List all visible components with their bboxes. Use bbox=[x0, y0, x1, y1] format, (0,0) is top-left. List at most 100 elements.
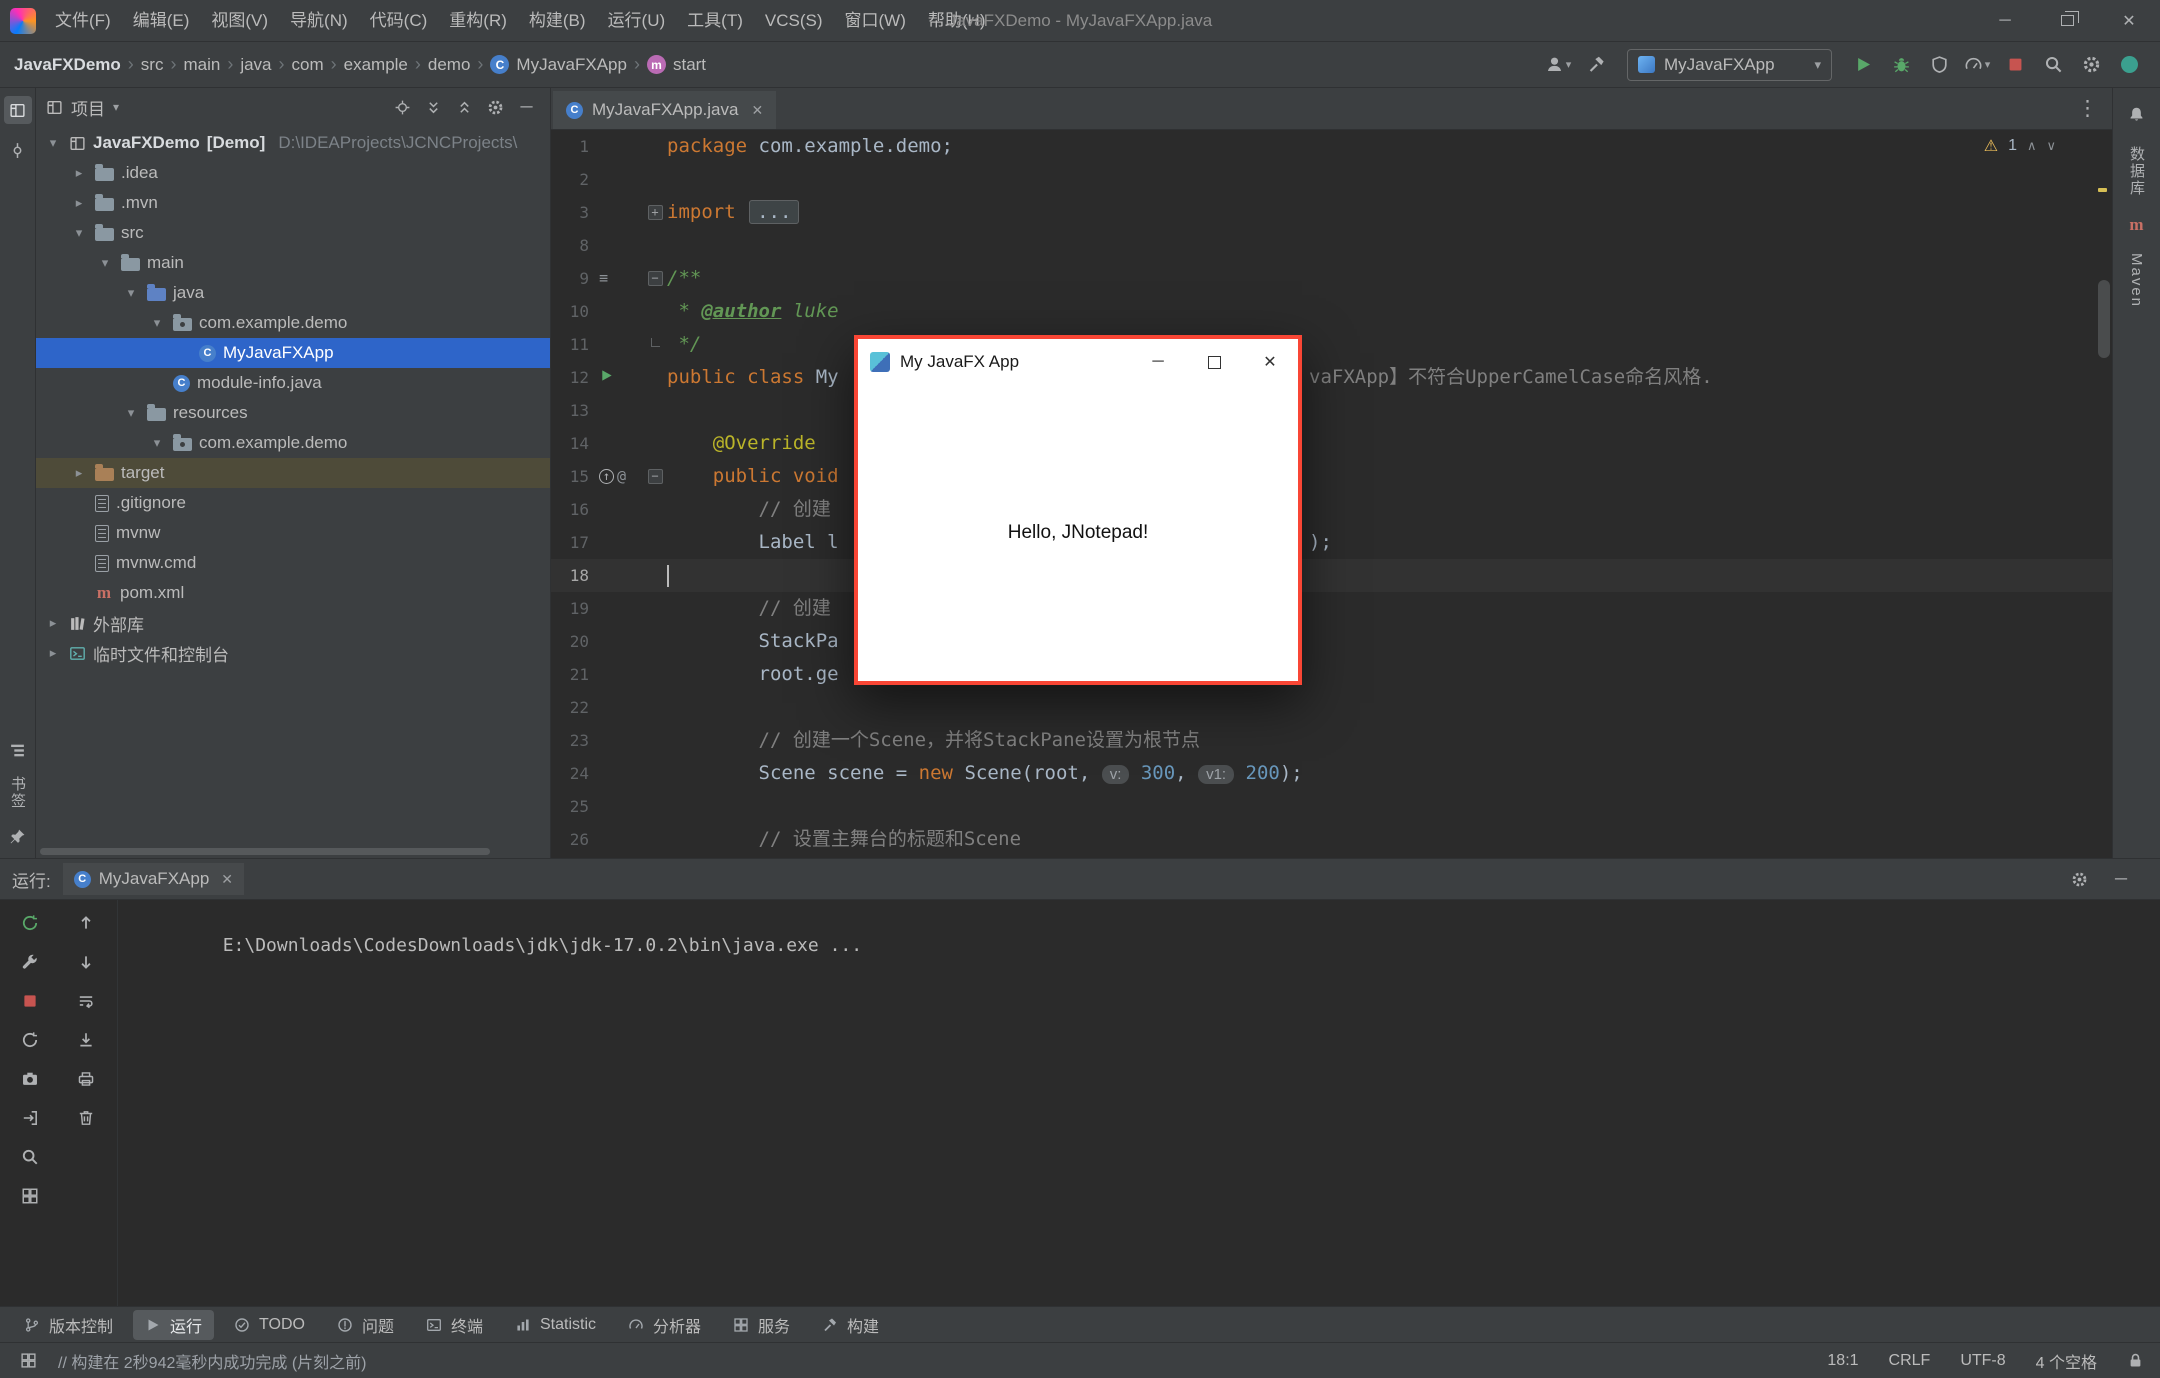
run-button[interactable] bbox=[1846, 48, 1880, 82]
tree-item-resources[interactable]: ▾resources bbox=[36, 398, 550, 428]
expand-arrow-icon[interactable]: ▸ bbox=[70, 465, 88, 481]
collapse-arrow-icon[interactable]: ▾ bbox=[148, 435, 166, 451]
menu-item-7[interactable]: 构建(B) bbox=[518, 11, 597, 30]
code-line[interactable]: 2 bbox=[551, 163, 2112, 196]
menu-item-11[interactable]: 窗口(W) bbox=[834, 11, 917, 30]
run-config-select[interactable]: MyJavaFXApp▾ bbox=[1627, 49, 1832, 81]
tool-window-button-todo[interactable]: TODO bbox=[222, 1313, 317, 1337]
code-line[interactable]: 17 Label l); bbox=[551, 526, 2112, 559]
collapse-arrow-icon[interactable]: ▾ bbox=[44, 135, 62, 151]
tree-item-package-resources[interactable]: ▾com.example.demo bbox=[36, 428, 550, 458]
prev-occurrence-button[interactable] bbox=[73, 910, 99, 936]
caret-position[interactable]: 18:1 bbox=[1827, 1352, 1858, 1370]
tool-window-switcher-icon[interactable] bbox=[16, 1349, 40, 1373]
tree-item-mvn[interactable]: ▸.mvn bbox=[36, 188, 550, 218]
collapse-arrow-icon[interactable]: ▾ bbox=[148, 315, 166, 331]
dialog-maximize-button[interactable] bbox=[1186, 339, 1242, 385]
tree-item-external-libraries[interactable]: ▸外部库 bbox=[36, 608, 550, 638]
project-horizontal-scrollbar[interactable] bbox=[40, 848, 490, 855]
attach-debugger-button[interactable] bbox=[17, 1105, 43, 1131]
tool-window-button-build[interactable]: 构建 bbox=[810, 1310, 891, 1340]
render-doc-icon[interactable]: ≡ bbox=[599, 262, 608, 295]
file-encoding[interactable]: UTF-8 bbox=[1960, 1352, 2005, 1370]
user-account-button[interactable]: ▾ bbox=[1541, 48, 1575, 82]
dialog-minimize-button[interactable]: ─ bbox=[1130, 339, 1186, 385]
code-line[interactable]: 13 bbox=[551, 394, 2112, 427]
bookmarks-tool-button[interactable] bbox=[4, 822, 32, 850]
tree-item-javafxdemo-root[interactable]: ▾JavaFXDemo [Demo]D:\IDEAProjects\JCNCPr… bbox=[36, 128, 550, 158]
indent-style[interactable]: 4 个空格 bbox=[2036, 1349, 2097, 1373]
fold-marker[interactable]: − bbox=[643, 271, 667, 286]
fold-marker[interactable] bbox=[643, 342, 667, 347]
tree-item-target[interactable]: ▸target bbox=[36, 458, 550, 488]
run-tab[interactable]: C MyJavaFXApp ✕ bbox=[63, 863, 244, 895]
tree-item-main[interactable]: ▾main bbox=[36, 248, 550, 278]
dialog-close-button[interactable]: ✕ bbox=[1242, 339, 1298, 385]
code-with-me-button[interactable] bbox=[2112, 48, 2146, 82]
menu-item-10[interactable]: VCS(S) bbox=[754, 11, 834, 30]
tree-item-module-info[interactable]: Cmodule-info.java bbox=[36, 368, 550, 398]
menu-item-9[interactable]: 工具(T) bbox=[676, 11, 754, 30]
prev-issue-icon[interactable]: ∧ bbox=[2027, 138, 2037, 154]
code-line[interactable]: 12public class MyvaFXApp】不符合UpperCamelCa… bbox=[551, 361, 2112, 394]
scroll-to-end-button[interactable] bbox=[73, 1027, 99, 1053]
tool-window-button-problems[interactable]: 问题 bbox=[325, 1310, 406, 1340]
tool-window-button-version-control[interactable]: 版本控制 bbox=[12, 1310, 125, 1340]
line-separator[interactable]: CRLF bbox=[1889, 1352, 1931, 1370]
fold-marker[interactable]: − bbox=[643, 469, 667, 484]
breadcrumb-javafxdemo[interactable]: JavaFXDemo bbox=[14, 55, 121, 75]
fold-collapse-icon[interactable]: − bbox=[648, 271, 663, 286]
tree-item-idea[interactable]: ▸.idea bbox=[36, 158, 550, 188]
code-line[interactable]: 21 root.ge bbox=[551, 658, 2112, 691]
collapse-arrow-icon[interactable]: ▾ bbox=[122, 285, 140, 301]
clear-all-button[interactable] bbox=[73, 1105, 99, 1131]
database-tool[interactable]: 数据库 bbox=[2126, 146, 2147, 197]
editor-scrollbar[interactable] bbox=[2098, 280, 2110, 358]
menu-item-6[interactable]: 重构(R) bbox=[438, 11, 518, 30]
debug-button[interactable] bbox=[1884, 48, 1918, 82]
expand-arrow-icon[interactable]: ▸ bbox=[70, 195, 88, 211]
code-line[interactable]: 22 bbox=[551, 691, 2112, 724]
code-line[interactable]: 16 // 创建 bbox=[551, 493, 2112, 526]
editor-tab-myjavafxapp[interactable]: C MyJavaFXApp.java ✕ bbox=[553, 91, 776, 129]
expand-arrow-icon[interactable]: ▸ bbox=[44, 645, 62, 661]
menu-item-1[interactable]: 文件(F) bbox=[44, 11, 122, 30]
fold-marker[interactable]: + bbox=[643, 205, 667, 220]
soft-wrap-button[interactable] bbox=[73, 988, 99, 1014]
code-line[interactable]: 14 @Override bbox=[551, 427, 2112, 460]
tree-item-mvnw[interactable]: mvnw bbox=[36, 518, 550, 548]
breadcrumb-com[interactable]: com bbox=[292, 55, 324, 75]
tree-item-mvnw-cmd[interactable]: mvnw.cmd bbox=[36, 548, 550, 578]
settings-button[interactable] bbox=[2074, 48, 2108, 82]
rerun-button[interactable] bbox=[17, 910, 43, 936]
readonly-lock-icon[interactable] bbox=[2127, 1352, 2144, 1369]
restore-layout-button[interactable] bbox=[17, 1183, 43, 1209]
overriding-marker-icon[interactable]: ↑ bbox=[599, 469, 614, 484]
code-line[interactable]: 15↑@− public void bbox=[551, 460, 2112, 493]
build-project-button[interactable] bbox=[1579, 48, 1613, 82]
code-line[interactable]: 11 */ bbox=[551, 328, 2112, 361]
menu-item-2[interactable]: 编辑(E) bbox=[122, 11, 201, 30]
tree-item-class-myjavafxapp[interactable]: CMyJavaFXApp bbox=[36, 338, 550, 368]
run-with-coverage-button[interactable] bbox=[1922, 48, 1956, 82]
expand-all-button[interactable] bbox=[420, 94, 447, 121]
collapse-arrow-icon[interactable]: ▾ bbox=[122, 405, 140, 421]
code-line[interactable]: 18 bbox=[551, 559, 2112, 592]
tree-item-package-com-example-demo[interactable]: ▾com.example.demo bbox=[36, 308, 550, 338]
panel-settings-button[interactable] bbox=[482, 94, 509, 121]
code-line[interactable]: 26 // 设置主舞台的标题和Scene bbox=[551, 823, 2112, 856]
bookmarks-label[interactable]: 书签 bbox=[7, 776, 28, 810]
tree-item-java[interactable]: ▾java bbox=[36, 278, 550, 308]
breadcrumb-java[interactable]: java bbox=[240, 55, 271, 75]
breadcrumb-demo[interactable]: demo bbox=[428, 55, 471, 75]
profiler-button[interactable]: ▾ bbox=[1960, 48, 1994, 82]
restart-button[interactable] bbox=[17, 1027, 43, 1053]
dialog-title-bar[interactable]: My JavaFX App ─ ✕ bbox=[858, 339, 1298, 385]
code-line[interactable]: 9≡−/** bbox=[551, 262, 2112, 295]
search-console-button[interactable] bbox=[17, 1144, 43, 1170]
breadcrumb-src[interactable]: src bbox=[141, 55, 164, 75]
error-stripe-warning-mark[interactable] bbox=[2098, 188, 2107, 192]
chevron-down-icon[interactable]: ▾ bbox=[113, 100, 119, 114]
next-occurrence-button[interactable] bbox=[73, 949, 99, 975]
breadcrumb-main[interactable]: main bbox=[183, 55, 220, 75]
